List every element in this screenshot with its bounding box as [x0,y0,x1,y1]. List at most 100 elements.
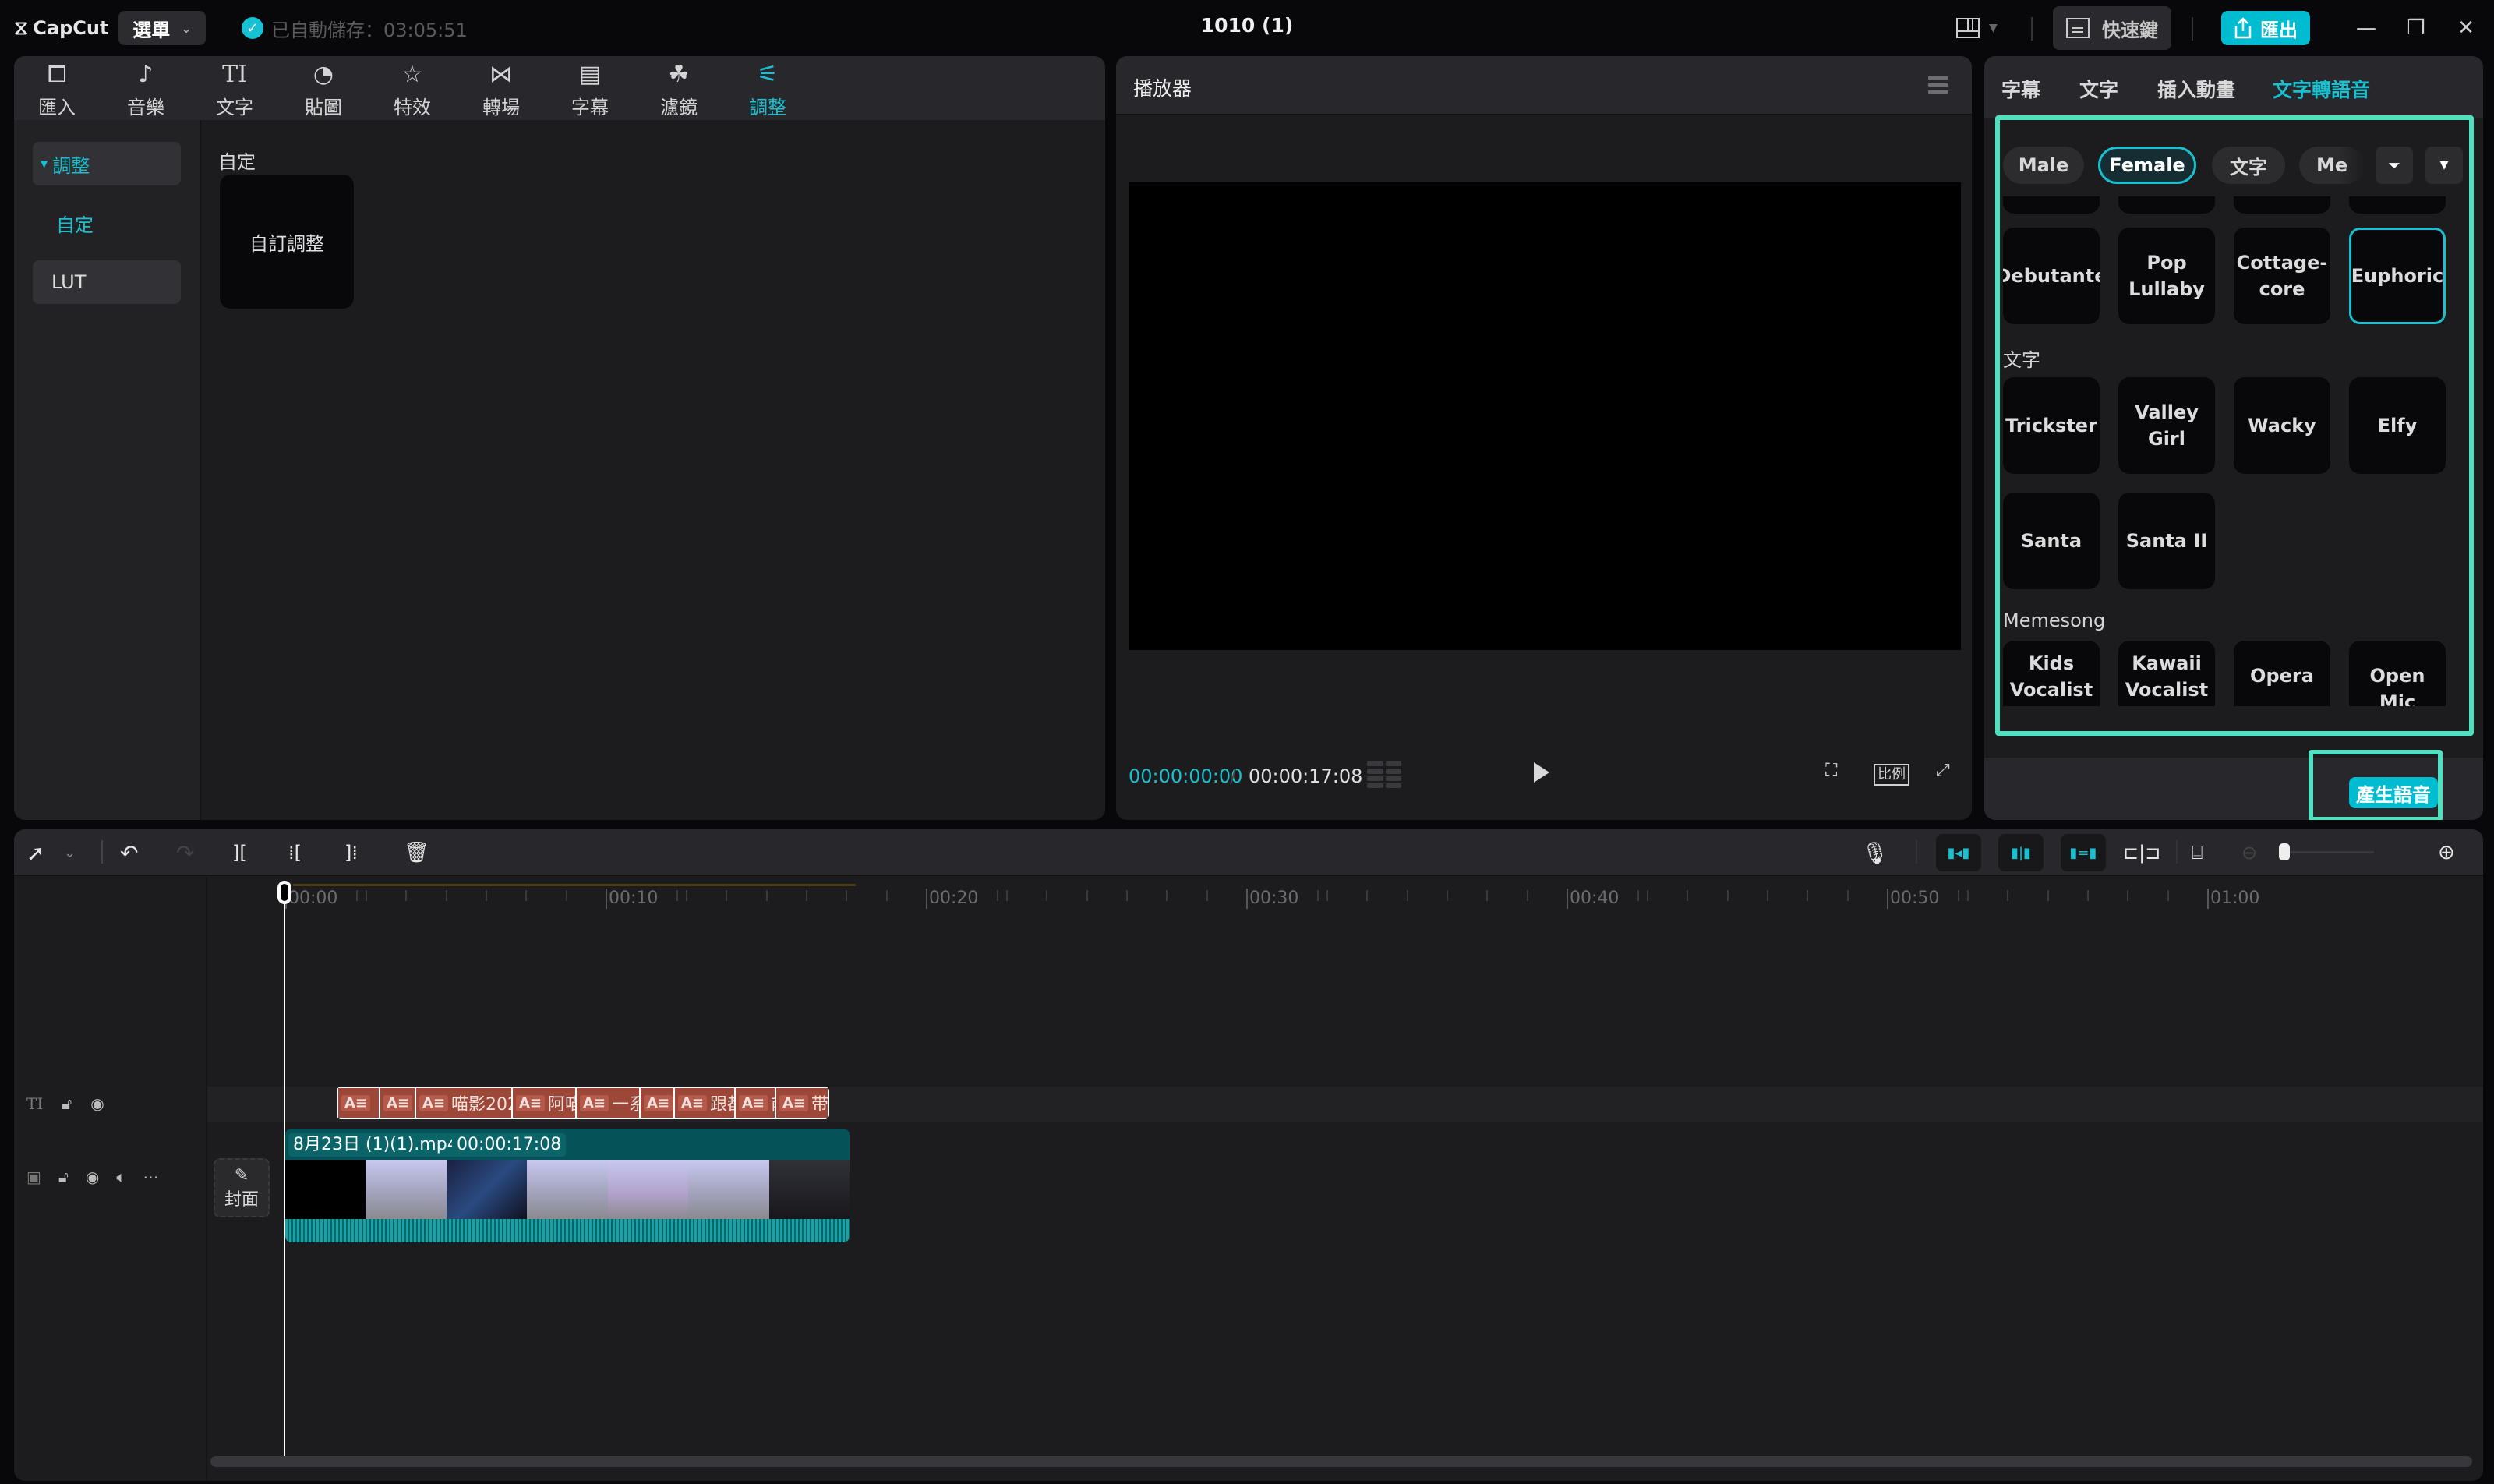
sidenav-group-adjust[interactable]: ▼ 調整 [33,142,181,186]
menu-icon[interactable] [1928,76,1948,94]
tool-text[interactable]: TI 文字 [200,61,270,120]
voice-card[interactable]: Trickster [2003,377,2100,474]
layout-switcher[interactable]: ▼ [1956,16,2019,41]
voice-card-partial[interactable] [2234,196,2330,214]
custom-adjust-card[interactable]: 自訂調整 [220,175,354,309]
text-clip[interactable]: A≡喵影202 [416,1088,511,1118]
main-track-magnet-icon[interactable]: ▮◂▮ [1936,834,1981,871]
split-icon[interactable]: ][ [232,839,247,867]
voice-card-partial[interactable] [2118,196,2215,214]
restore-button[interactable]: ❐ [2400,12,2432,44]
auto-snap-icon[interactable]: ▮|▮ [1998,834,2044,871]
voice-card[interactable]: Elfy [2349,377,2446,474]
undo-icon[interactable]: ↶ [120,839,138,867]
voice-card[interactable]: Opera [2234,641,2330,706]
voice-card-selected[interactable]: Euphoric [2349,228,2446,324]
text-clip[interactable]: A≡带边 [776,1088,828,1118]
tab-animation[interactable]: 插入動畫 [2157,75,2235,103]
tab-captions[interactable]: 字幕 [2001,75,2040,103]
grid-icon[interactable] [1367,761,1401,788]
lock-icon[interactable]: 🔓︎ [62,1094,72,1113]
minimize-button[interactable]: — [2351,12,2382,44]
shortcuts-button[interactable]: 快速鍵 [2053,6,2171,50]
filter-icon[interactable]: ⏷ [2376,147,2413,184]
generate-label: 產生語音 [2356,783,2431,806]
video-preview[interactable] [1129,182,1961,650]
voice-card-partial[interactable] [2003,196,2100,214]
ratio-button[interactable]: 比例 [1874,764,1909,786]
voice-card[interactable]: Santa II [2118,493,2215,589]
ruler-tick [676,890,679,901]
trim-left-icon[interactable]: ⁞[ [288,839,302,867]
zoom-fit-icon[interactable]: ⛶ [1825,761,1837,780]
capcut-logo-icon: ⧖ [14,16,29,40]
fullscreen-icon[interactable]: ⤢ [1936,761,1950,780]
expand-dropdown-icon[interactable]: ▼ [2425,147,2463,184]
play-icon[interactable] [1534,762,1549,783]
generate-speech-button[interactable]: 產生語音 [2349,777,2438,808]
chip-male[interactable]: Male [2003,147,2084,184]
tool-effects[interactable]: ☆ 特效 [377,61,447,120]
voice-card[interactable]: Debutante [2003,228,2100,324]
chip-memesong[interactable]: Me [2299,147,2365,184]
tool-sticker[interactable]: ◔ 貼圖 [288,61,359,120]
playhead-handle[interactable] [277,881,291,904]
voice-card-partial[interactable] [2349,196,2446,214]
delete-icon[interactable]: 🗑 [404,839,429,867]
text-clip[interactable]: A≡ [641,1088,673,1118]
close-button[interactable]: ✕ [2450,12,2482,44]
menu-dropdown[interactable]: 選單 ⌄ [118,11,206,45]
chip-text[interactable]: 文字 [2212,147,2285,184]
voice-card[interactable]: Wacky [2234,377,2330,474]
tool-adjust[interactable]: ⚟ 調整 [733,61,803,120]
text-clip[interactable]: A≡ 阿喵 [513,1088,575,1118]
voice-card[interactable]: Kawaii Vocalist [2118,641,2215,706]
zoom-slider-track[interactable] [2290,851,2374,853]
text-clip[interactable]: A≡ 一系 [577,1088,639,1118]
sidenav-item-lut[interactable]: LUT [33,260,181,304]
voice-card[interactable]: Kids Vocalist [2003,641,2100,706]
chip-female[interactable]: Female [2098,147,2196,184]
text-clip[interactable]: A≡跟都 [675,1088,734,1118]
export-button[interactable]: 匯出 [2221,11,2310,45]
horizontal-scrollbar[interactable] [210,1456,2472,1467]
zoom-to-fit-icon[interactable]: ⌸ [2192,839,2203,867]
tool-filters[interactable]: ☘ 濾鏡 [644,61,714,120]
tool-captions[interactable]: ▤ 字幕 [555,61,625,120]
more-icon[interactable]: ⋯ [143,1168,158,1186]
linkage-icon[interactable]: ▮=▮ [2061,834,2106,871]
microphone-icon[interactable]: 🎙 [1861,839,1889,867]
playhead[interactable] [284,881,285,1462]
voice-card[interactable]: Pop Lullaby [2118,228,2215,324]
voice-card[interactable]: Valley Girl [2118,377,2215,474]
voice-card[interactable]: Santa [2003,493,2100,589]
sidenav-item-custom[interactable]: 自定 [33,201,181,245]
zoom-in-icon[interactable]: ⊕ [2438,839,2455,867]
tab-text-to-speech[interactable]: 文字轉語音 [2273,75,2370,103]
tool-transition[interactable]: ⋈ 轉場 [466,61,536,120]
video-clip[interactable]: 8月23日 (1)(1).mp4 00:00:17:08 [285,1129,850,1242]
preview-axis-icon[interactable]: ⊏|⊐ [2123,839,2160,867]
chevron-down-icon[interactable]: ⌄ [64,839,76,867]
tab-text[interactable]: 文字 [2079,75,2118,103]
volume-icon[interactable]: 🔈︎ [116,1168,125,1186]
voice-card[interactable]: Open Mic [2349,641,2446,706]
text-clip[interactable]: A≡ [380,1088,415,1118]
tool-import[interactable]: ⧠ 匯入 [22,61,92,120]
eye-icon[interactable]: ◉ [86,1168,99,1186]
section-label: Memesong [2003,610,2106,631]
redo-icon[interactable]: ↷ [176,839,194,867]
eye-icon[interactable]: ◉ [90,1094,104,1113]
cover-button[interactable]: ✎ 封面 [214,1158,270,1217]
zoom-out-icon[interactable]: ⊖ [2241,839,2257,867]
tool-music[interactable]: ♪ 音樂 [111,61,181,120]
text-clip-label: 前 [771,1090,775,1115]
text-clip[interactable]: A≡ [338,1088,379,1118]
lock-icon[interactable]: 🔓︎ [58,1168,69,1186]
voice-card[interactable]: Cottage-core [2234,228,2330,324]
select-tool-icon[interactable]: ➚ [26,839,44,867]
zoom-slider-handle[interactable] [2279,843,2290,860]
ruler-tick [525,890,528,901]
text-clip[interactable]: A≡前 [736,1088,775,1118]
trim-right-icon[interactable]: ]⁞ [344,839,358,867]
